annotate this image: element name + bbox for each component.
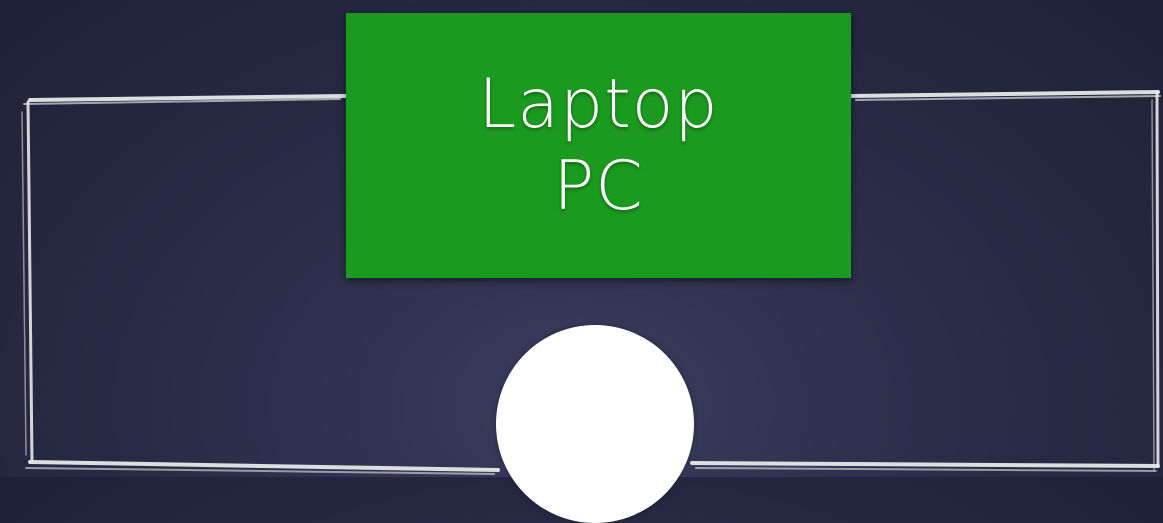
diagram-canvas: Laptop PC	[0, 0, 1163, 523]
laptop-pc-node: Laptop PC	[346, 13, 851, 278]
frame-right-stroke	[1155, 90, 1160, 468]
frame-left-stroke	[26, 100, 34, 464]
frame-bottom-right-stroke-rough	[695, 467, 1157, 472]
node-label-line-2: PC	[553, 146, 644, 226]
endpoint-circle	[496, 325, 694, 523]
frame-bottom-right-stroke	[690, 461, 1160, 468]
frame-right-stroke-rough	[1151, 99, 1155, 471]
frame-left-stroke-rough	[21, 111, 27, 456]
frame-top-right-stroke	[849, 90, 1160, 98]
node-label-line-1: Laptop	[478, 64, 719, 144]
